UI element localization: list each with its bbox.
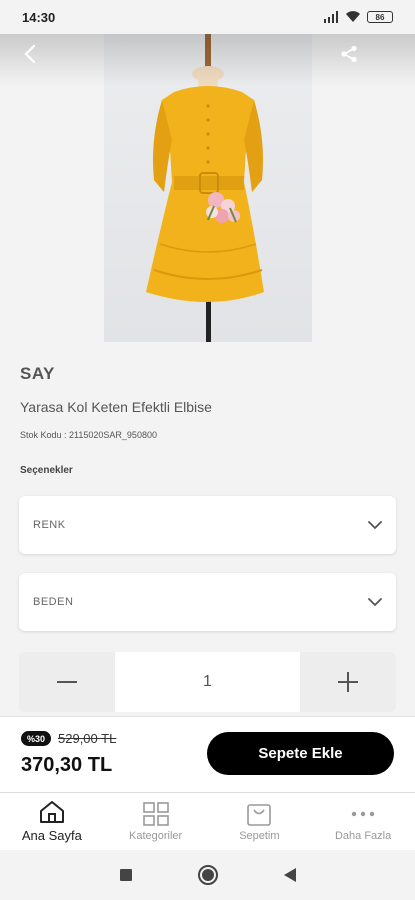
nav-label-categories: Kategoriler (129, 829, 183, 842)
quantity-value[interactable]: 1 (115, 652, 300, 712)
nav-item-cart[interactable]: Sepetim (208, 793, 312, 850)
product-image-area (0, 30, 415, 342)
nav-label-cart: Sepetim (239, 829, 280, 842)
old-price: 529,00 TL (58, 731, 117, 746)
product-name: Yarasa Kol Keten Efektli Elbise (20, 399, 212, 415)
bottom-navigation: Ana Sayfa Kategoriler Sepetim Daha Fazla (0, 792, 415, 850)
options-title: Seçenekler (20, 465, 73, 476)
recent-apps-icon[interactable] (119, 868, 133, 882)
home-icon (39, 801, 64, 823)
quantity-stepper: 1 (19, 652, 396, 712)
home-button-icon[interactable] (197, 864, 219, 886)
signal-icon (324, 11, 338, 23)
battery-level: 86 (375, 12, 385, 22)
bag-icon (247, 803, 272, 826)
brand-name: SAY (20, 364, 55, 383)
more-icon (351, 811, 375, 816)
price-bar: %30 529,00 TL 370,30 TL Sepete Ekle (0, 716, 415, 792)
grid-icon (142, 801, 169, 826)
color-select-label: RENK (33, 519, 66, 531)
chevron-down-icon (368, 521, 382, 530)
nav-label-home: Ana Sayfa (21, 828, 82, 843)
increase-quantity-button[interactable] (300, 652, 396, 712)
status-time: 14:30 (22, 9, 56, 25)
color-select[interactable]: RENK (19, 496, 396, 554)
share-icon (341, 45, 357, 63)
add-to-cart-button[interactable]: Sepete Ekle (207, 732, 394, 775)
stock-code-label: Stok Kodu : (20, 430, 67, 440)
plus-icon (338, 672, 358, 692)
nav-label-more: Daha Fazla (334, 829, 392, 842)
share-button[interactable] (335, 40, 363, 68)
stock-code-row: Stok Kodu : 2115020SAR_950800 (20, 430, 157, 440)
back-button[interactable] (16, 40, 44, 68)
nav-item-more[interactable]: Daha Fazla (311, 793, 415, 850)
size-select[interactable]: BEDEN (19, 573, 396, 631)
wifi-icon (346, 11, 360, 22)
nav-item-categories[interactable]: Kategoriler (104, 793, 208, 850)
battery-icon: 86 (367, 11, 393, 23)
chevron-down-icon (368, 598, 382, 607)
minus-icon (57, 681, 77, 683)
nav-item-home[interactable]: Ana Sayfa (0, 793, 104, 850)
stock-code-value: 2115020SAR_950800 (69, 430, 157, 440)
size-select-label: BEDEN (33, 596, 74, 608)
discount-badge: %30 (21, 731, 52, 746)
chevron-left-icon (24, 44, 36, 64)
system-navigation-bar (0, 850, 415, 900)
back-triangle-icon[interactable] (283, 867, 297, 883)
current-price: 370,30 TL (21, 754, 113, 776)
decrease-quantity-button[interactable] (19, 652, 115, 712)
status-bar: 14:30 86 (0, 0, 415, 34)
status-icons: 86 (323, 11, 393, 23)
